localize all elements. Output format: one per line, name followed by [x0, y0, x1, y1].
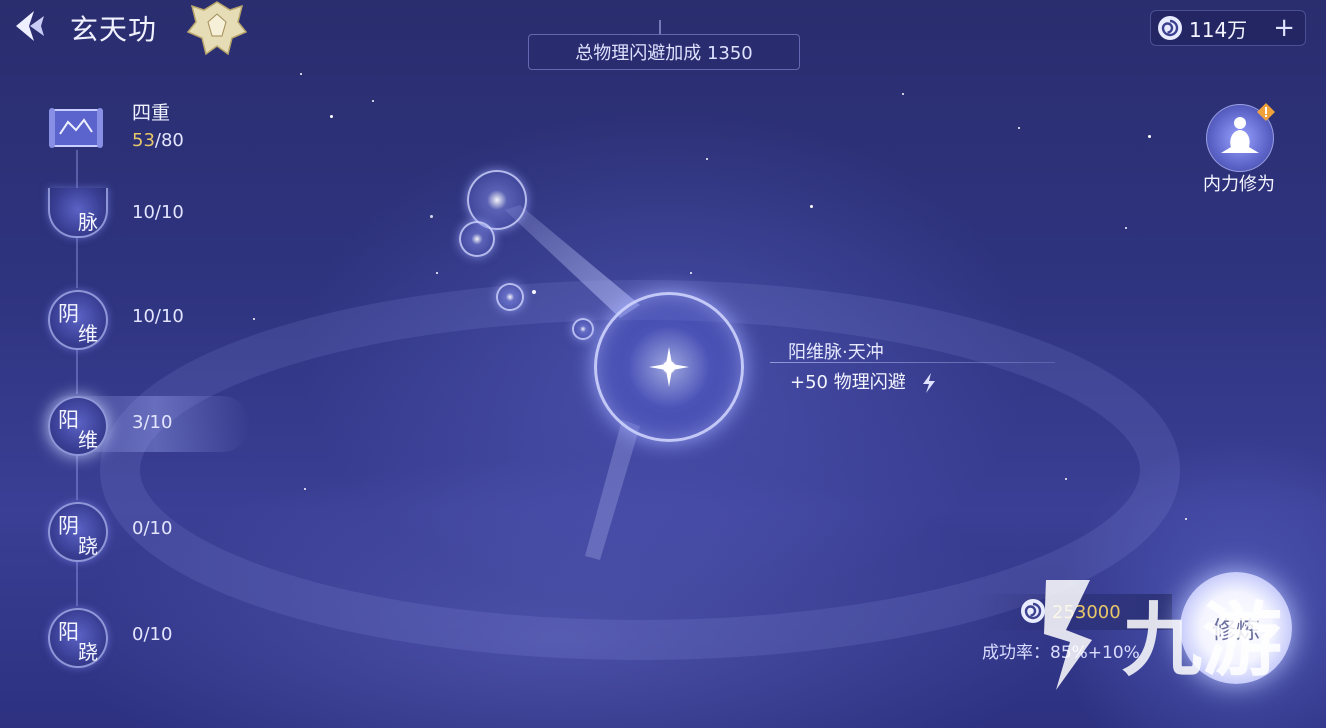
meridian-item-5[interactable]: 阳 跷 0/10	[40, 608, 280, 688]
total-dodge-bonus-banner: 总物理闪避加成 1350	[528, 34, 800, 70]
meridian-item-4[interactable]: 阴 跷 0/10	[40, 502, 280, 582]
scroll-chart-icon	[48, 108, 104, 148]
meridian-progress: 10/10	[132, 306, 184, 327]
meridian-char-2: 跷	[78, 640, 98, 664]
add-currency-button[interactable]: +	[1273, 15, 1295, 41]
meridian-medal: 脉	[48, 188, 108, 238]
meridian-medal: 阴 维	[48, 290, 108, 350]
level-card[interactable]: 四重 53/80	[40, 88, 260, 168]
crest-emblem-icon	[184, 0, 250, 58]
currency-amount: 114万	[1189, 17, 1248, 42]
meridian-progress: 0/10	[132, 518, 173, 539]
meridian-item-2[interactable]: 阴 维 10/10	[40, 290, 280, 370]
back-arrow-icon[interactable]	[12, 8, 52, 44]
meridian-char-1: 阴	[58, 302, 79, 326]
alert-badge-icon	[1256, 102, 1276, 122]
meridian-progress: 3/10	[132, 412, 173, 433]
meridian-medal: 阳 跷	[48, 608, 108, 668]
jiuyou-watermark-logo: 九游	[1026, 560, 1316, 700]
acupoint-node[interactable]	[459, 221, 495, 257]
currency-display: 114万 +	[1150, 10, 1306, 46]
meridian-char-2: 跷	[78, 534, 98, 558]
meridian-char-1: 阴	[58, 514, 79, 538]
meridian-char-2: 维	[78, 322, 98, 346]
level-progress-total: /80	[154, 130, 184, 151]
acupoint-name: 阳维脉·天冲	[788, 342, 884, 363]
sparkle-icon	[649, 347, 689, 387]
acupoint-effect: +50 物理闪避	[790, 368, 937, 394]
meridian-char-1: 阳	[58, 408, 79, 432]
internal-power-label: 内力修为	[1203, 174, 1275, 195]
spiral-currency-icon	[1157, 15, 1183, 41]
meridian-char-2: 脉	[78, 210, 98, 234]
selected-acupoint-orb[interactable]	[594, 292, 744, 442]
meridian-char-2: 维	[78, 428, 98, 452]
meridian-char-1: 阳	[58, 620, 79, 644]
internal-power-button[interactable]: 内力修为	[1194, 102, 1284, 198]
level-progress-current: 53	[132, 130, 155, 151]
meridian-progress: 10/10	[132, 202, 184, 223]
acupoint-node[interactable]	[572, 318, 594, 340]
page-title: 玄天功	[70, 13, 158, 46]
meridian-medal: 阴 跷	[48, 502, 108, 562]
acupoint-node[interactable]	[496, 283, 524, 311]
lightning-icon	[921, 373, 937, 393]
meridian-medal: 阳 维	[48, 396, 108, 456]
level-name: 四重	[132, 102, 171, 124]
level-progress: 53/80	[132, 130, 184, 151]
meridian-progress: 0/10	[132, 624, 173, 645]
acupoint-effect-text: +50 物理闪避	[790, 372, 906, 393]
meridian-item-1[interactable]: 脉 10/10	[40, 184, 280, 264]
meridian-item-3-selected[interactable]: 阳 维 3/10	[40, 396, 280, 476]
watermark-text: 九游	[1122, 594, 1282, 687]
